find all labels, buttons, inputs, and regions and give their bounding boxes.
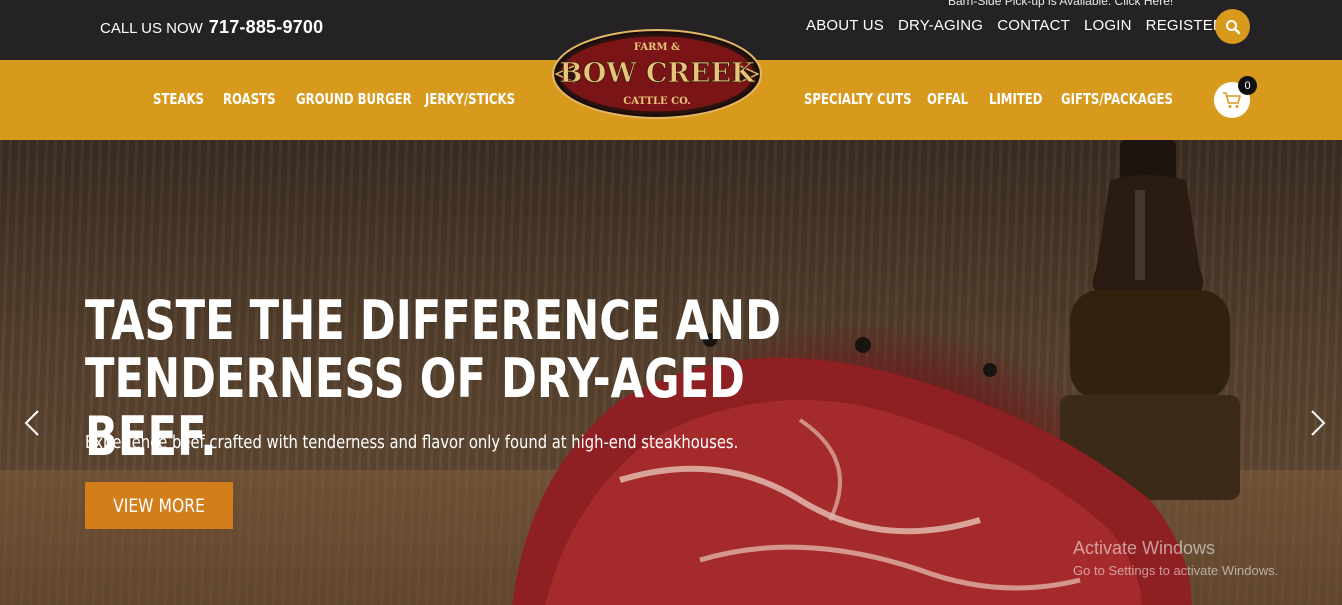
nav-limited[interactable]: LIMITED <box>989 90 1042 108</box>
search-button[interactable] <box>1215 9 1250 44</box>
logo-name-text: BOW CREEK <box>559 58 756 89</box>
bow-creek-logo[interactable]: FARM & BOW CREEK CATTLE CO. <box>548 22 766 124</box>
nav-steaks[interactable]: STEAKS <box>153 90 204 108</box>
nav-offal[interactable]: OFFAL <box>927 90 968 108</box>
search-icon <box>1225 19 1240 34</box>
login-link[interactable]: LOGIN <box>1084 17 1132 34</box>
view-more-label: VIEW MORE <box>113 494 205 517</box>
nav-jerky-sticks[interactable]: JERKY/STICKS <box>425 90 515 108</box>
top-links: ABOUT US DRY-AGING CONTACT LOGIN REGISTE… <box>806 17 1224 34</box>
nav-roasts[interactable]: ROASTS <box>223 90 276 108</box>
chevron-right-icon[interactable] <box>1308 408 1328 438</box>
nav-left-group: STEAKS ROASTS GROUND BURGER JERKY/STICKS <box>153 90 515 108</box>
hero-slider: TASTE THE DIFFERENCE AND TENDERNESS OF D… <box>0 140 1342 605</box>
logo-top-text: FARM & <box>634 42 680 53</box>
call-us: CALL US NOW 717-885-9700 <box>100 17 323 38</box>
dry-aging-link[interactable]: DRY-AGING <box>898 17 983 34</box>
register-link[interactable]: REGISTER <box>1146 17 1224 34</box>
nav-gifts-packages[interactable]: GIFTS/PACKAGES <box>1061 90 1173 108</box>
chevron-left-icon[interactable] <box>22 408 42 438</box>
hero-headline-line-1: TASTE THE DIFFERENCE AND <box>85 289 781 352</box>
cart-icon <box>1223 92 1241 108</box>
logo-bottom-text: CATTLE CO. <box>623 96 690 107</box>
watermark-line-1: Activate Windows <box>1073 538 1216 558</box>
cart-count-badge: 0 <box>1238 76 1257 95</box>
view-more-button[interactable]: VIEW MORE <box>85 482 233 529</box>
nav-right-group: SPECIALTY CUTS OFFAL LIMITED GIFTS/PACKA… <box>804 90 1173 108</box>
about-us-link[interactable]: ABOUT US <box>806 17 884 34</box>
pickup-notice-link[interactable]: Barn-Side Pick-up is Available. Click He… <box>948 0 1173 8</box>
contact-link[interactable]: CONTACT <box>997 17 1070 34</box>
call-label: CALL US NOW <box>100 20 203 37</box>
windows-activation-watermark: Activate Windows Go to Settings to activ… <box>1073 538 1278 578</box>
nav-ground-burger[interactable]: GROUND BURGER <box>296 90 412 108</box>
watermark-line-2: Go to Settings to activate Windows. <box>1073 563 1279 578</box>
hero-subtitle: Experience beef crafted with tenderness … <box>85 432 739 453</box>
phone-number[interactable]: 717-885-9700 <box>209 17 324 37</box>
nav-specialty-cuts[interactable]: SPECIALTY CUTS <box>804 90 912 108</box>
